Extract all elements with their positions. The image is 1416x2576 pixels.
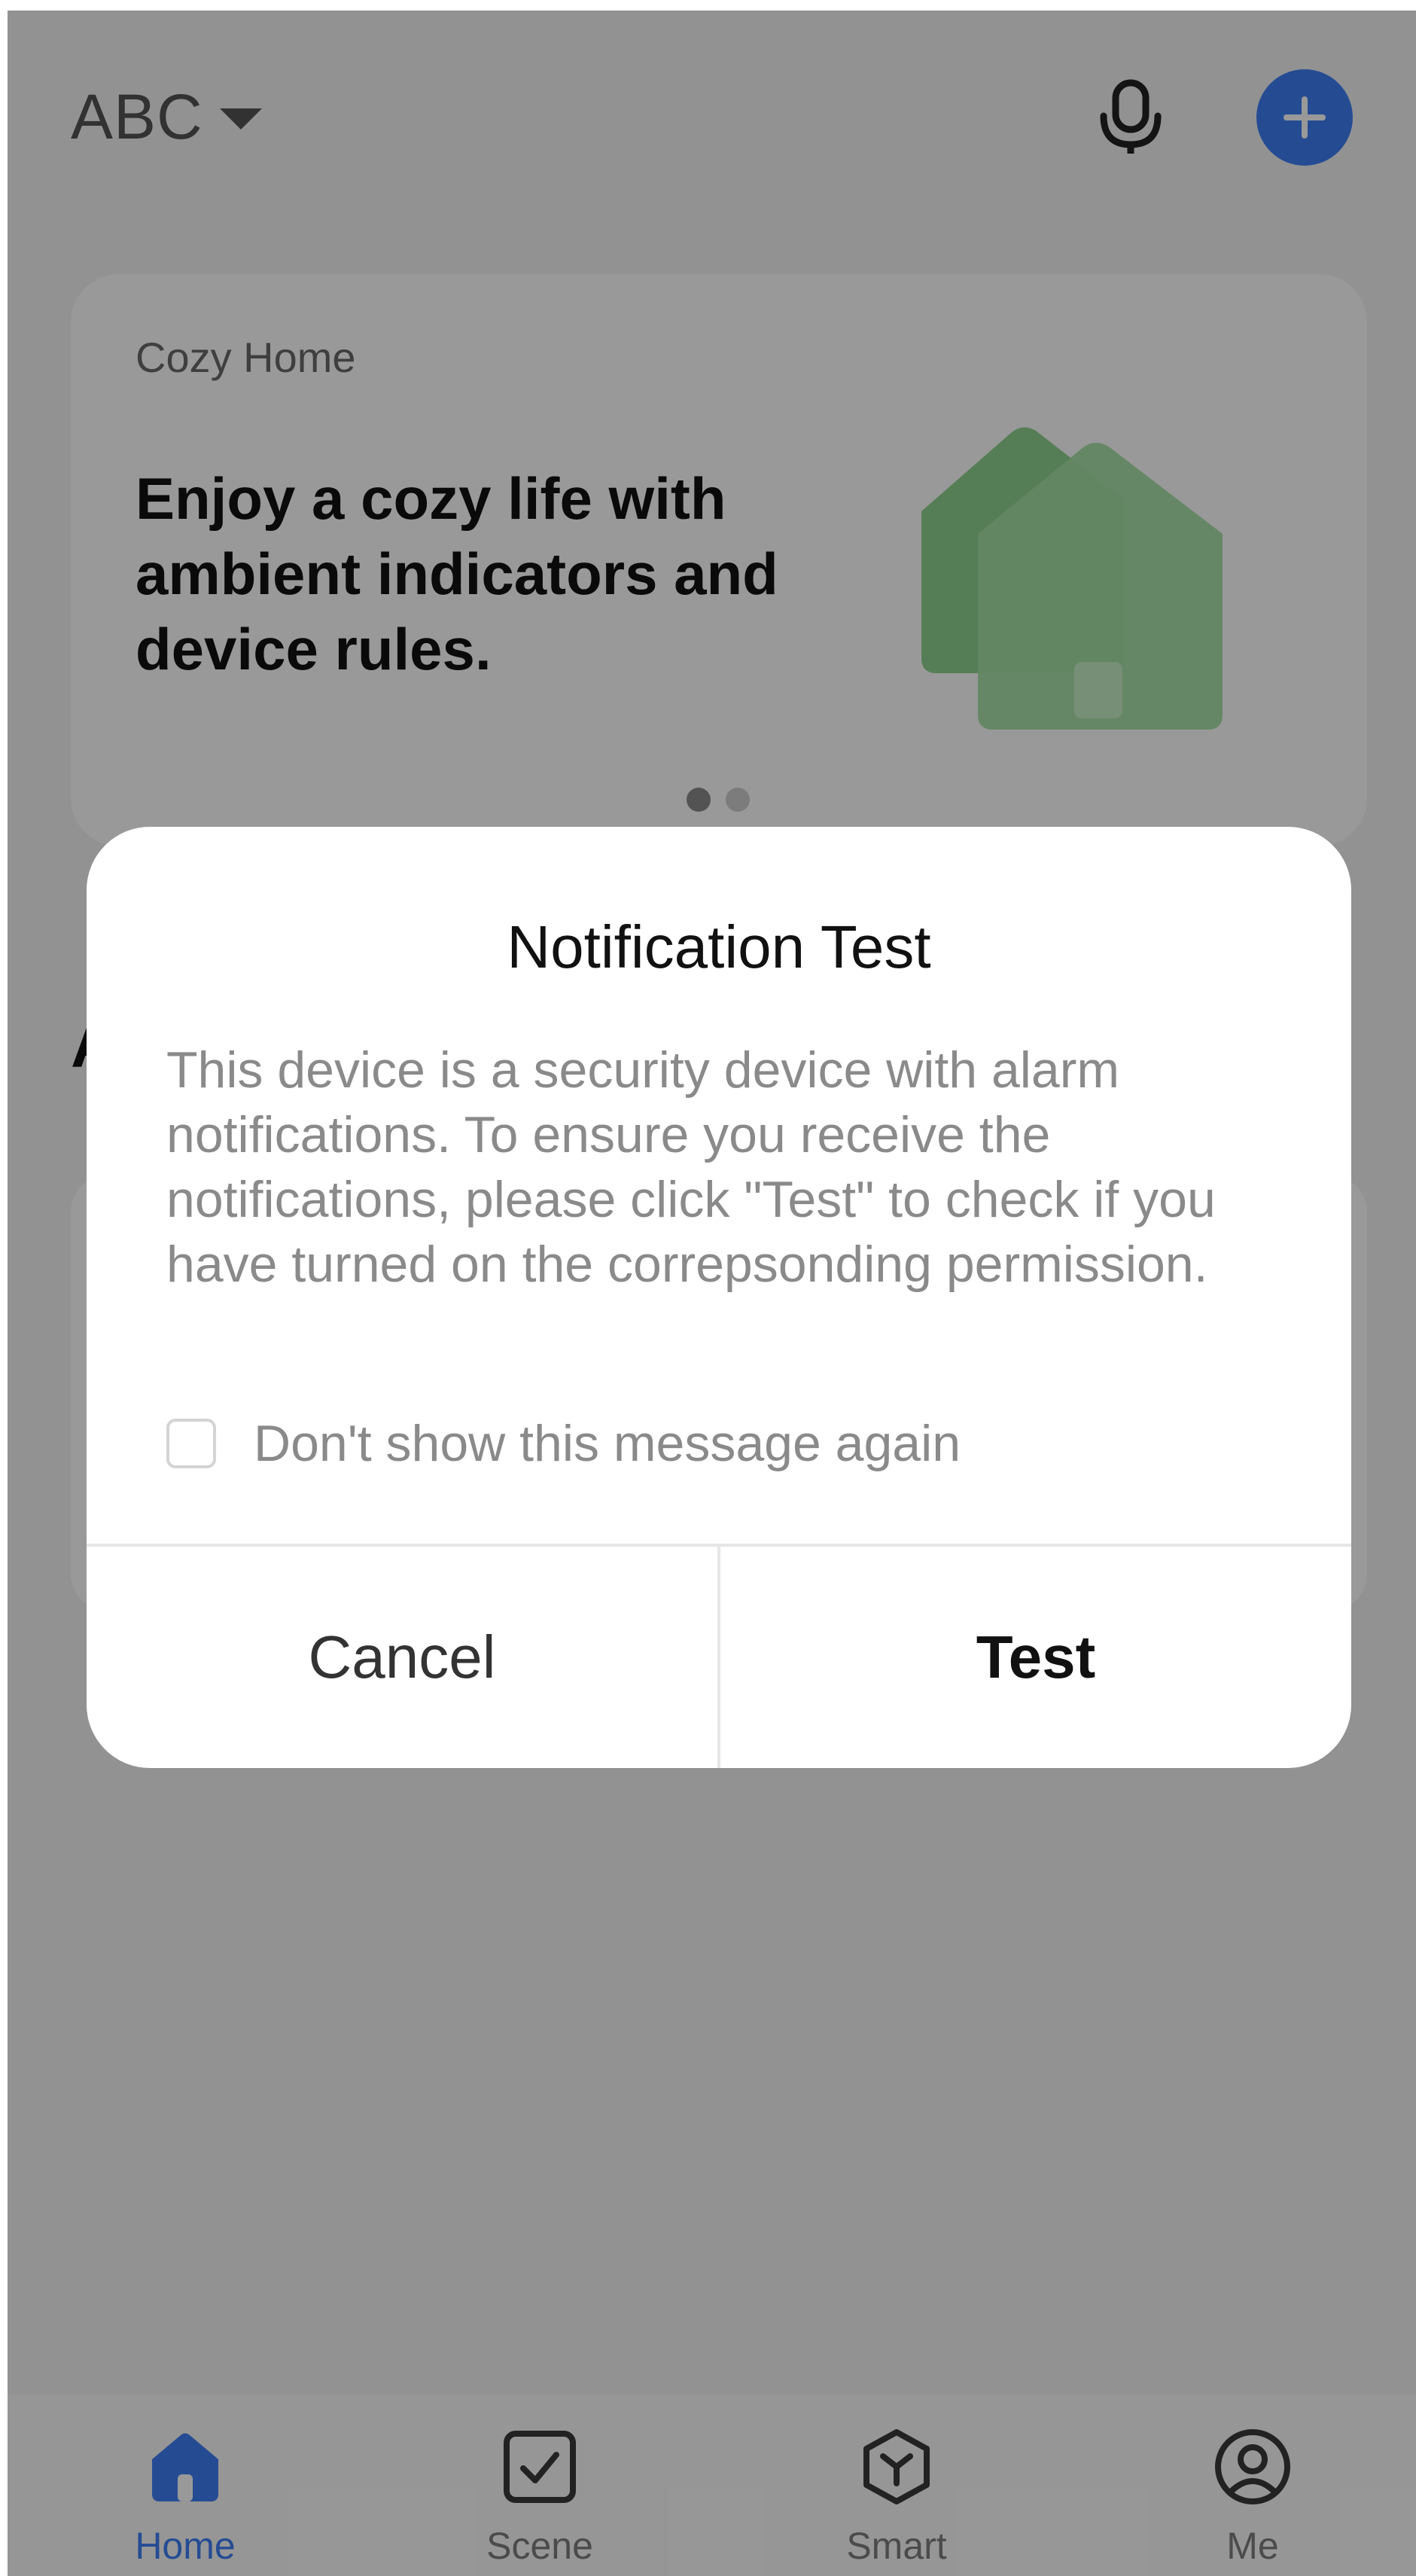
app-screen: ABC Cozy Home Enjoy a cozy life with amb…: [0, 0, 1416, 2576]
dont-show-checkbox[interactable]: [166, 1419, 216, 1468]
frame-edge-top: [0, 0, 1416, 11]
dont-show-again-option[interactable]: Don't show this message again: [166, 1414, 961, 1473]
cancel-button[interactable]: Cancel: [87, 1547, 717, 1768]
test-button[interactable]: Test: [720, 1547, 1351, 1768]
dialog-body: This device is a security device with al…: [166, 1041, 1216, 1293]
dont-show-label: Don't show this message again: [254, 1415, 961, 1472]
notification-test-dialog: Notification Test This device is a secur…: [87, 827, 1351, 1768]
dialog-title: Notification Test: [507, 913, 931, 980]
frame-edge-left: [0, 0, 8, 2576]
